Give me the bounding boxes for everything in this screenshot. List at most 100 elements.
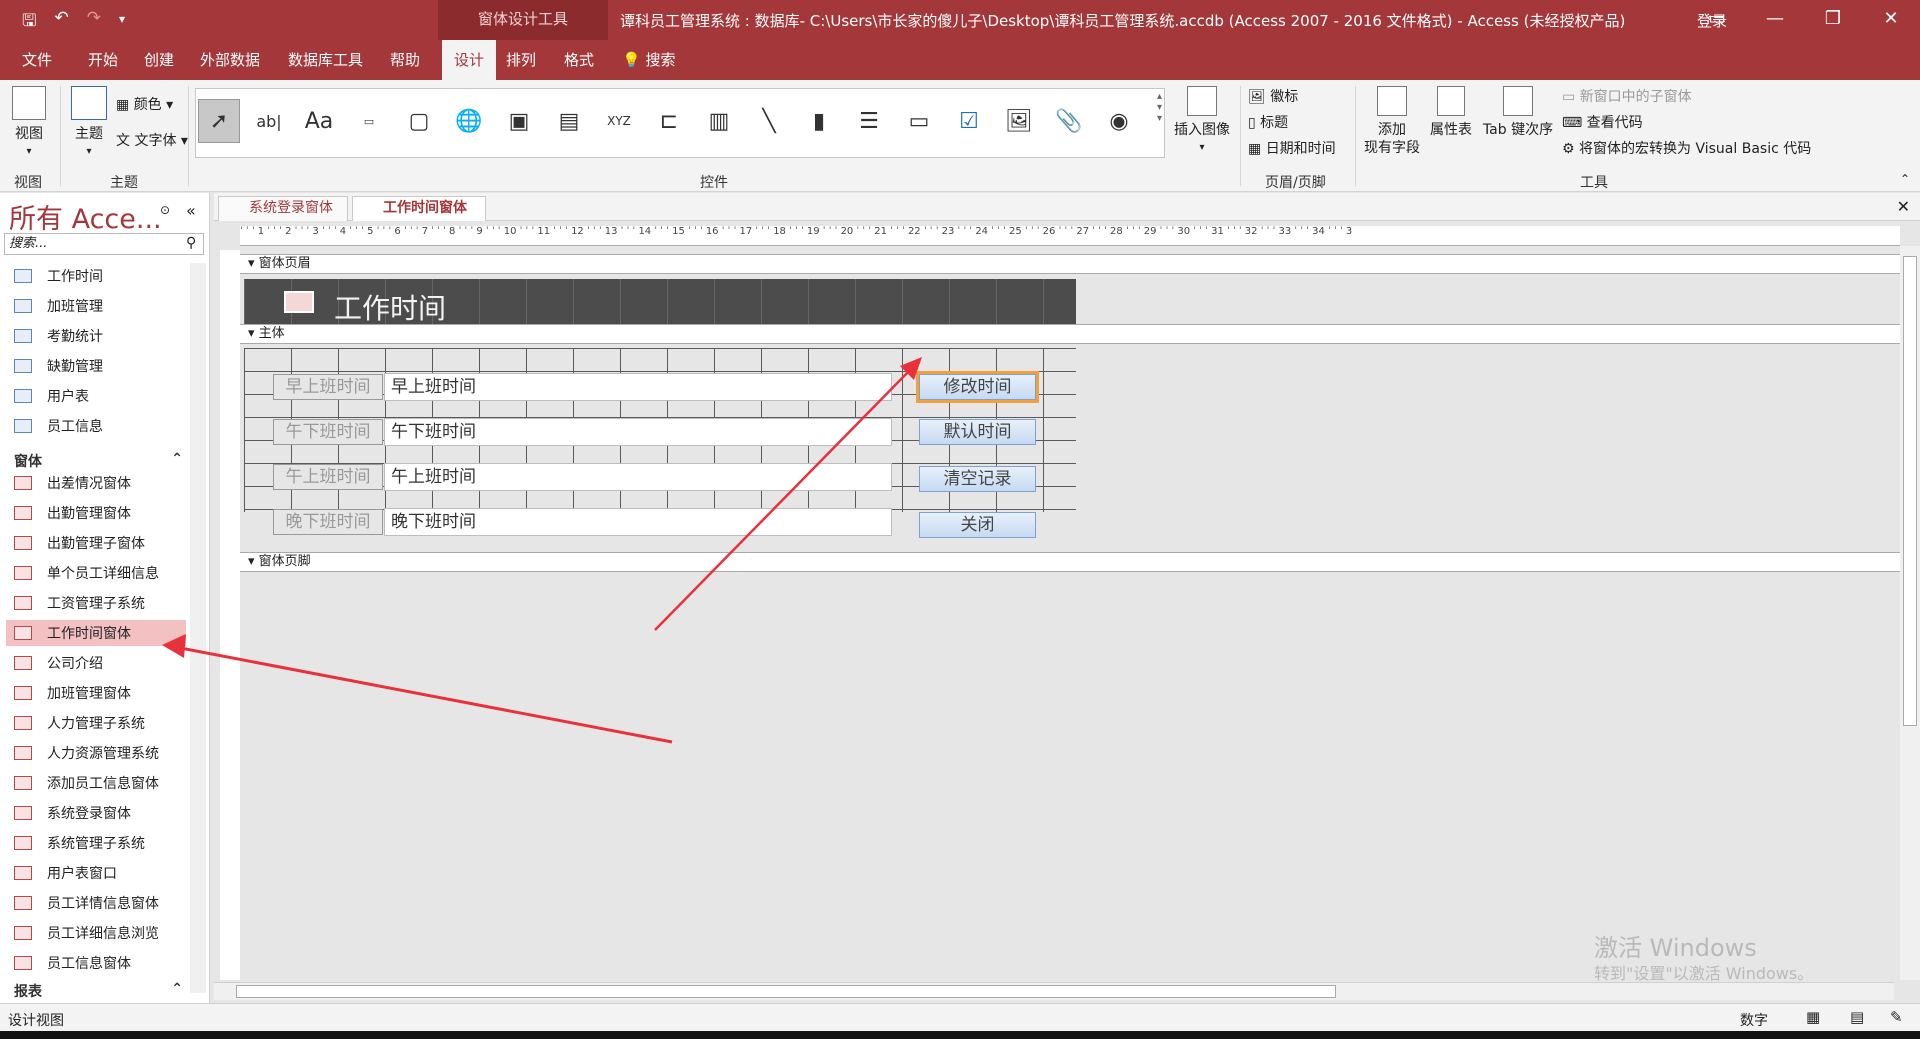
nav-form-item[interactable]: 出勤管理窗体 bbox=[14, 500, 189, 526]
tab-file[interactable]: 文件 bbox=[22, 40, 52, 80]
textbox-morning-start[interactable]: 早上班时间 bbox=[384, 373, 892, 401]
label-morning-start[interactable]: 早上班时间 bbox=[273, 374, 383, 400]
nav-table-item[interactable]: 缺勤管理 bbox=[14, 353, 189, 379]
form-logo-icon[interactable] bbox=[284, 291, 314, 313]
select-pointer-icon[interactable]: ➚ bbox=[198, 99, 240, 143]
subform-new-window-button[interactable]: ▭ 新窗口中的子窗体 bbox=[1562, 88, 1692, 106]
nav-form-item[interactable]: 用户表窗口 bbox=[14, 860, 189, 886]
save-icon[interactable]: 🖫 bbox=[22, 8, 36, 37]
nav-table-item[interactable]: 员工信息 bbox=[14, 413, 189, 439]
redo-icon[interactable]: ↷ bbox=[87, 8, 101, 37]
checkbox-control-icon[interactable]: ☑ bbox=[948, 99, 990, 143]
image-control-icon[interactable]: 🖼 bbox=[998, 99, 1040, 143]
nav-form-item[interactable]: 员工详细信息浏览 bbox=[14, 920, 189, 946]
nav-form-item[interactable]: 单个员工详细信息 bbox=[14, 560, 189, 586]
nav-form-item[interactable]: 公司介绍 bbox=[14, 650, 189, 676]
tab-help[interactable]: 帮助 bbox=[390, 40, 420, 80]
tab-external-data[interactable]: 外部数据 bbox=[200, 40, 260, 80]
modify-time-button[interactable]: 修改时间 bbox=[916, 371, 1039, 403]
button-control-icon[interactable]: ▭ bbox=[348, 99, 390, 143]
navigation-control-icon[interactable]: ▤ bbox=[548, 99, 590, 143]
layout-view-icon[interactable]: ▤ bbox=[1850, 1008, 1864, 1026]
nav-form-item[interactable]: 系统登录窗体 bbox=[14, 800, 189, 826]
nav-group-forms[interactable]: 窗体 ⌃ bbox=[14, 451, 189, 471]
horizontal-scrollbar[interactable] bbox=[214, 982, 1894, 1000]
attachment-control-icon[interactable]: 📎 bbox=[1048, 99, 1090, 143]
tab-control-icon[interactable]: ▢ bbox=[398, 99, 440, 143]
undo-icon[interactable]: ↶ bbox=[54, 8, 68, 37]
fonts-button[interactable]: 文 文字体 ▾ bbox=[116, 132, 188, 150]
close-icon[interactable]: ✕ bbox=[1862, 0, 1920, 40]
nav-form-item[interactable]: 人力资源管理系统 bbox=[14, 740, 189, 766]
label-afternoon-start[interactable]: 午上班时间 bbox=[273, 464, 383, 490]
form-header-title[interactable]: 工作时间 bbox=[334, 287, 446, 327]
property-sheet-button[interactable]: 属性表 bbox=[1426, 86, 1476, 139]
tab-arrange[interactable]: 排列 bbox=[506, 40, 536, 80]
label-control-icon[interactable]: Aa bbox=[298, 99, 340, 143]
search-icon[interactable]: ⚲ bbox=[186, 235, 196, 251]
line-control-icon[interactable]: ╲ bbox=[748, 99, 790, 143]
view-button[interactable]: 视图 ▾ bbox=[10, 86, 48, 161]
colors-button[interactable]: ▦ 颜色 ▾ bbox=[116, 96, 173, 114]
design-view-icon[interactable]: ✎ bbox=[1890, 1008, 1903, 1026]
nav-group-reports[interactable]: 报表 ⌃ bbox=[14, 981, 189, 1001]
nav-form-item[interactable]: 添加员工信息窗体 bbox=[14, 770, 189, 796]
nav-form-item[interactable]: 出勤管理子窗体 bbox=[14, 530, 189, 556]
view-code-button[interactable]: ⌨ 查看代码 bbox=[1562, 114, 1643, 132]
nav-form-item[interactable]: 系统管理子系统 bbox=[14, 830, 189, 856]
page-break-icon[interactable]: ⊏ bbox=[648, 99, 690, 143]
logo-button[interactable]: 🖼 徽标 bbox=[1248, 88, 1298, 106]
textbox-evening-end[interactable]: 晚下班时间 bbox=[384, 508, 892, 536]
tab-create[interactable]: 创建 bbox=[144, 40, 174, 80]
ribbon-display-icon[interactable]: ▭ bbox=[1688, 0, 1746, 40]
nav-table-item[interactable]: 加班管理 bbox=[14, 293, 189, 319]
nav-form-item[interactable]: 工资管理子系统 bbox=[14, 590, 189, 616]
gallery-scroll-icon[interactable]: ▴ ▾ ▾ bbox=[1157, 91, 1162, 124]
scroll-thumb[interactable] bbox=[1903, 256, 1917, 726]
nav-form-item[interactable]: 人力管理子系统 bbox=[14, 710, 189, 736]
nav-menu-chevron-icon[interactable]: ⊙ bbox=[160, 203, 170, 217]
nav-table-item[interactable]: 用户表 bbox=[14, 383, 189, 409]
close-document-icon[interactable]: ✕ bbox=[1897, 197, 1910, 216]
label-evening-end[interactable]: 晚下班时间 bbox=[273, 509, 383, 535]
doc-tab-worktime-form[interactable]: 工作时间窗体 bbox=[352, 196, 486, 221]
tab-format[interactable]: 格式 bbox=[564, 40, 594, 80]
nav-search-input[interactable]: 搜索... bbox=[4, 233, 204, 255]
vertical-scrollbar[interactable] bbox=[1900, 246, 1920, 980]
tell-me-search[interactable]: 💡 搜索 bbox=[622, 40, 675, 80]
tab-database-tools[interactable]: 数据库工具 bbox=[288, 40, 363, 80]
theme-button[interactable]: 主题 ▾ bbox=[68, 86, 110, 161]
label-noon-end[interactable]: 午下班时间 bbox=[273, 419, 383, 445]
form-view-icon[interactable]: ▦ bbox=[1806, 1008, 1820, 1026]
nav-table-item[interactable]: 考勤统计 bbox=[14, 323, 189, 349]
collapse-group-icon[interactable]: ⌃ bbox=[171, 451, 183, 467]
shutter-bar-icon[interactable]: « bbox=[186, 201, 196, 220]
textbox-noon-end[interactable]: 午下班时间 bbox=[384, 418, 892, 446]
minimize-icon[interactable]: — bbox=[1746, 0, 1804, 40]
scroll-thumb[interactable] bbox=[236, 985, 1336, 998]
insert-image-button[interactable]: 插入图像 ▾ bbox=[1172, 86, 1232, 157]
default-time-button[interactable]: 默认时间 bbox=[919, 419, 1036, 445]
tab-design[interactable]: 设计 bbox=[442, 40, 497, 80]
nav-scrollbar[interactable] bbox=[190, 263, 206, 993]
textbox-control-icon[interactable]: ab| bbox=[248, 99, 290, 143]
textbox-afternoon-start[interactable]: 午上班时间 bbox=[384, 463, 892, 491]
option-button-icon[interactable]: ◉ bbox=[1098, 99, 1140, 143]
nav-table-item[interactable]: 工作时间 bbox=[14, 263, 189, 289]
doc-tab-login-form[interactable]: 系统登录窗体 bbox=[218, 196, 348, 221]
customize-qat-icon[interactable]: ▾ bbox=[119, 12, 125, 37]
form-footer-bar[interactable]: ▾ 窗体页脚 bbox=[240, 552, 1900, 572]
nav-form-item[interactable]: 出差情况窗体 bbox=[14, 470, 189, 496]
nav-pane-title[interactable]: 所有 Acce... bbox=[9, 197, 162, 236]
title-button[interactable]: ▯ 标题 bbox=[1248, 114, 1288, 132]
tab-home[interactable]: 开始 bbox=[88, 40, 118, 80]
form-header-bar[interactable]: ▾ 窗体页眉 bbox=[240, 254, 1900, 274]
nav-form-item[interactable]: 员工信息窗体 bbox=[14, 950, 189, 976]
collapse-group-icon[interactable]: ⌃ bbox=[171, 981, 183, 997]
web-browser-control-icon[interactable]: ▣ bbox=[498, 99, 540, 143]
tab-order-button[interactable]: Tab 键次序 bbox=[1478, 86, 1558, 139]
combo-box-icon[interactable]: ▥ bbox=[698, 99, 740, 143]
option-group-icon[interactable]: XYZ bbox=[598, 99, 640, 143]
add-existing-fields-button[interactable]: 添加 现有字段 bbox=[1362, 86, 1422, 157]
hyperlink-control-icon[interactable]: 🌐 bbox=[448, 99, 490, 143]
